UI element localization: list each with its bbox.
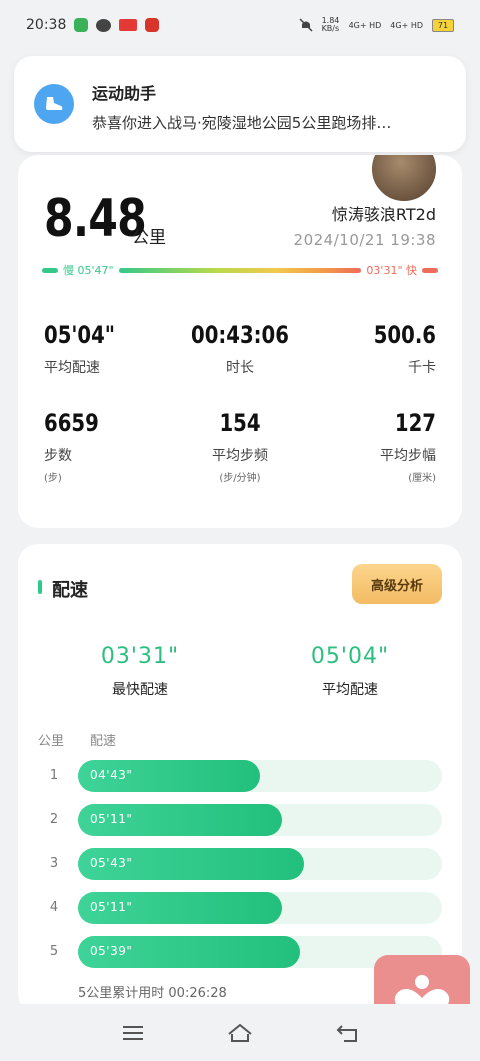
km-number: 5 — [49, 944, 59, 959]
average-pace-label: 平均配速 — [322, 682, 378, 698]
running-shoe-icon — [34, 84, 74, 124]
net-speed: 1.84 KB/s — [321, 16, 340, 33]
avatar[interactable] — [370, 155, 438, 203]
notification-message: 恭喜你进入战马·宛陵湿地公园5公里跑场排… — [92, 114, 392, 132]
run-datetime: 2024/10/21 19:38 — [293, 231, 436, 249]
sim2-signal: 4G+ HD — [390, 20, 423, 30]
km-number: 1 — [49, 768, 59, 783]
notification-app-name: 运动助手 — [92, 84, 157, 103]
km-pace-value: 05'11" — [90, 812, 133, 826]
km-number: 3 — [49, 856, 59, 871]
column-header-km: 公里 — [38, 734, 65, 749]
slow-dot — [42, 267, 58, 273]
menu-button[interactable] — [118, 1020, 148, 1046]
stat-stride: 127 平均步幅 (厘米) — [286, 409, 436, 484]
fastest-pace-summary: 03'31" 最快配速 — [40, 644, 240, 699]
mute-icon — [299, 18, 313, 32]
pace-bar-track: 04'43" — [78, 760, 442, 792]
back-button[interactable] — [332, 1020, 362, 1046]
section-title: 配速 — [52, 580, 88, 601]
pace-row: 3 05'43" — [38, 848, 442, 880]
chat-icon — [96, 18, 112, 32]
advanced-analysis-button[interactable]: 高级分析 — [352, 564, 442, 604]
system-nav-bar — [0, 1004, 480, 1061]
fast-pace-label: 03'31" 快 — [366, 264, 417, 277]
stat-value: 05'04" — [44, 321, 116, 349]
section-marker — [38, 580, 42, 594]
pace-card: 配速 高级分析 03'31" 最快配速 05'04" 平均配速 公里 配速 1 0… — [18, 544, 462, 1014]
home-icon — [228, 1023, 252, 1042]
username: 惊涛骇浪RT2d — [331, 205, 436, 224]
pace-bar-track: 05'43" — [78, 848, 442, 880]
run-summary-card: 8.48 公里 惊涛骇浪RT2d 2024/10/21 19:38 慢 05'4… — [18, 155, 462, 528]
stat-label: 千卡 — [408, 360, 436, 376]
sim1-signal: 4G+ HD — [348, 20, 382, 30]
km-pace-value: 05'39" — [90, 944, 133, 958]
stat-value: 00:43:06 — [191, 321, 289, 349]
battery-icon: 71 — [432, 18, 454, 32]
stat-unit: (厘米) — [408, 473, 436, 484]
notification-banner[interactable]: 运动助手 恭喜你进入战马·宛陵湿地公园5公里跑场排… — [14, 56, 466, 152]
taobao-icon — [145, 18, 160, 32]
status-time: 20:38 — [26, 17, 67, 33]
slow-pace-label: 慢 05'47" — [63, 264, 114, 277]
back-icon — [336, 1025, 357, 1042]
stat-value: 6659 — [44, 409, 99, 437]
fastest-pace-label: 最快配速 — [112, 682, 168, 698]
km-number: 2 — [49, 812, 59, 827]
km-pace-value: 05'11" — [90, 900, 133, 914]
stat-label: 平均步幅 — [380, 448, 436, 464]
km-number: 4 — [49, 900, 59, 915]
distance-unit: 公里 — [132, 228, 166, 248]
pace-bar-track: 05'11" — [78, 804, 442, 836]
pace-row: 1 04'43" — [38, 760, 442, 792]
km-pace-value: 05'43" — [90, 856, 133, 870]
stat-calories: 500.6 千卡 — [286, 321, 436, 377]
stat-value: 154 — [219, 409, 261, 437]
fast-dot — [422, 267, 438, 273]
pace-range-bar: 慢 05'47" 03'31" 快 — [42, 263, 438, 277]
pace-row: 4 05'11" — [38, 892, 442, 924]
fastest-pace-value: 03'31" — [100, 644, 180, 669]
pace-row: 2 05'11" — [38, 804, 442, 836]
app-notification-icon — [119, 19, 138, 31]
distance-value: 8.48 — [44, 189, 147, 249]
wechat-icon — [74, 18, 89, 32]
pace-bar-track: 05'11" — [78, 892, 442, 924]
stat-value: 500.6 — [373, 321, 436, 349]
stat-value: 127 — [394, 409, 436, 437]
total-time-5km: 5公里累计用时 00:26:28 — [78, 986, 227, 1001]
home-button[interactable] — [225, 1020, 255, 1046]
average-pace-value: 05'04" — [310, 644, 390, 669]
pace-gradient — [118, 267, 362, 273]
average-pace-summary: 05'04" 平均配速 — [250, 644, 450, 699]
km-pace-value: 04'43" — [90, 768, 133, 782]
menu-icon — [123, 1026, 143, 1040]
column-header-pace: 配速 — [90, 734, 117, 749]
status-bar: 20:38 1.84 KB/s 4G+ HD 4G+ HD 71 — [0, 0, 480, 50]
